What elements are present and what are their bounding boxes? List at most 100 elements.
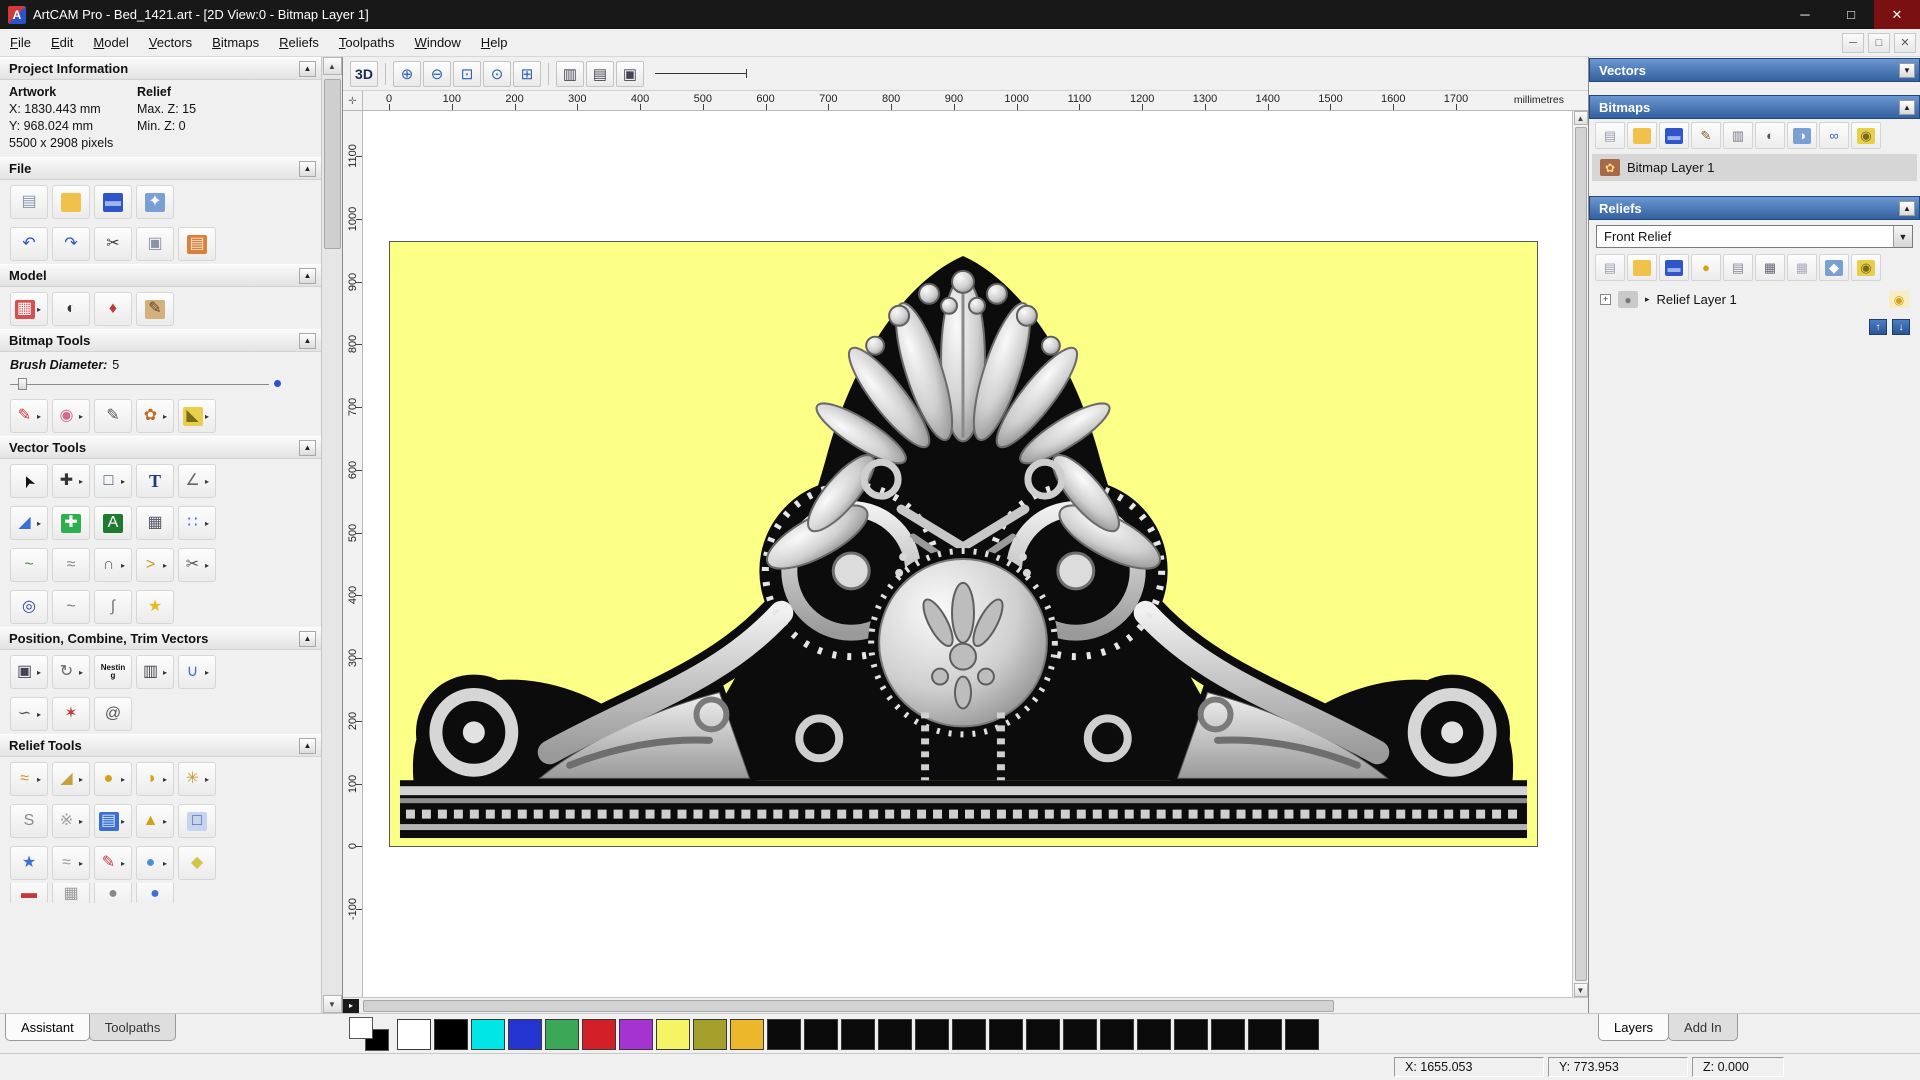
menu-model[interactable]: Model — [83, 30, 138, 55]
blob-relief-icon[interactable]: ● — [94, 883, 132, 903]
mdi-minimize-button[interactable]: ─ — [1842, 32, 1864, 53]
minimize-button[interactable]: ─ — [1782, 0, 1828, 29]
close-button[interactable]: ✕ — [1874, 0, 1920, 29]
primary-colour-swatch[interactable] — [349, 1017, 373, 1039]
snap-grid-icon[interactable]: ✚ — [52, 506, 90, 540]
open-bitmap-icon[interactable] — [1627, 122, 1657, 149]
model-lighting-icon[interactable]: ♦ — [94, 292, 132, 326]
dome-relief-icon[interactable]: ● — [136, 883, 174, 903]
group-vectors-icon[interactable]: ▥ ▸ — [136, 655, 174, 689]
dropdown-arrow-icon[interactable]: ▼ — [1893, 226, 1912, 247]
menu-bitmaps[interactable]: Bitmaps — [202, 30, 269, 55]
tab-toolpaths[interactable]: Toolpaths — [88, 1014, 177, 1041]
swatch-reserved-7[interactable] — [989, 1018, 1023, 1050]
mirror-bitmap-icon[interactable]: ▥ — [1723, 122, 1753, 149]
reset-relief-icon[interactable]: ▤ — [1723, 254, 1753, 281]
contrast-bitmap-icon[interactable]: ◑ — [1787, 122, 1817, 149]
collapse-bitmap-tools-button[interactable]: ▲ — [299, 332, 316, 349]
swatch-reserved-14[interactable] — [1248, 1018, 1282, 1050]
swatch-reserved-4[interactable] — [878, 1018, 912, 1050]
bitmaps-collapse-icon[interactable]: ▲ — [1899, 99, 1915, 115]
trim-overlap-icon[interactable]: ✶ — [52, 697, 90, 731]
swatch-olive[interactable] — [693, 1018, 727, 1050]
brush-diameter-slider[interactable] — [10, 376, 309, 392]
paste-icon[interactable]: ▤ — [178, 227, 216, 261]
canvas-scroll-up-icon[interactable]: ▲ — [1573, 111, 1588, 125]
save-bitmap-icon[interactable]: ▬ — [1659, 122, 1689, 149]
offset-vector-icon[interactable]: ∫ — [94, 590, 132, 624]
collapse-vector-tools-button[interactable]: ▲ — [299, 439, 316, 456]
zoom-1to1-icon[interactable]: ⊙ — [483, 60, 511, 87]
swatch-black[interactable] — [434, 1018, 468, 1050]
smooth-spans-icon[interactable]: ≈ — [52, 548, 90, 582]
slider-thumb[interactable] — [18, 378, 27, 390]
swatch-reserved-2[interactable] — [804, 1018, 838, 1050]
lock-relief-icon[interactable]: □ — [178, 804, 216, 838]
flood-fill-icon[interactable]: ◣ ▸ — [178, 399, 216, 433]
zoom-fit-icon[interactable]: ⊞ — [513, 60, 541, 87]
tab-layers[interactable]: Layers — [1598, 1014, 1670, 1041]
artwork-bitmap-view[interactable] — [389, 241, 1538, 847]
draw-icon[interactable]: ✎ — [94, 399, 132, 433]
smooth-relief-small-icon[interactable]: ● — [1691, 254, 1721, 281]
swatch-reserved-1[interactable] — [767, 1018, 801, 1050]
link-colours-icon[interactable]: ∞ — [1819, 122, 1849, 149]
scale-relief-icon[interactable]: S — [10, 804, 48, 838]
canvas-horizontal-scrollbar[interactable]: ▸ — [343, 997, 1588, 1013]
paste-on-curve-icon[interactable]: ▦ — [136, 506, 174, 540]
paint-icon[interactable]: ✎ ▸ — [10, 399, 48, 433]
swatch-reserved-11[interactable] — [1137, 1018, 1171, 1050]
snap-toggle-icon[interactable]: ▥ — [556, 60, 584, 87]
canvas-v-thumb[interactable] — [1574, 127, 1587, 981]
spiral-icon[interactable]: @ — [94, 697, 132, 731]
import-model-icon[interactable]: ✦ — [136, 185, 174, 219]
extract-relief-icon[interactable]: ◆ — [178, 846, 216, 880]
model-notes-icon[interactable]: ✎ — [136, 292, 174, 326]
measure-icon[interactable]: ∠ ▸ — [178, 464, 216, 498]
sculpt-icon[interactable]: ✳ ▸ — [178, 762, 216, 796]
show-bitmap-icon[interactable]: ◉ — [1851, 122, 1881, 149]
scroll-down-icon[interactable]: ▼ — [322, 995, 342, 1013]
panel-splitter-button[interactable]: ▸ — [343, 998, 359, 1013]
swatch-reserved-8[interactable] — [1026, 1018, 1060, 1050]
scroll-thumb[interactable] — [323, 79, 341, 249]
blue-relief-icon[interactable]: ◆ — [1819, 254, 1849, 281]
swatch-reserved-13[interactable] — [1211, 1018, 1245, 1050]
set-model-size-icon[interactable]: ▦ ▸ — [10, 292, 48, 326]
vectors-header[interactable]: Vectors ▼ — [1589, 58, 1920, 82]
relief-selector-dropdown[interactable]: Front Relief ▼ — [1596, 225, 1913, 248]
redo-icon[interactable]: ↷ — [52, 227, 90, 261]
swatch-blue[interactable] — [508, 1018, 542, 1050]
mdi-restore-button[interactable]: □ — [1868, 32, 1890, 53]
layer-up-button[interactable]: ↑ — [1869, 319, 1887, 335]
collapse-model-button[interactable]: ▲ — [299, 267, 316, 284]
create-rectangle-icon[interactable]: □ ▸ — [94, 464, 132, 498]
mdi-close-button[interactable]: ✕ — [1894, 32, 1916, 53]
menu-vectors[interactable]: Vectors — [139, 30, 202, 55]
save-relief-icon[interactable]: ▬ — [1659, 254, 1689, 281]
canvas-vertical-scrollbar[interactable]: ▲ ▼ — [1572, 111, 1588, 997]
preview-toggle-icon[interactable]: ▣ — [616, 60, 644, 87]
swatch-reserved-5[interactable] — [915, 1018, 949, 1050]
swatch-reserved-9[interactable] — [1063, 1018, 1097, 1050]
paint-selective-icon[interactable]: ◉ ▸ — [52, 399, 90, 433]
new-bitmap-icon[interactable]: ▤ — [1595, 122, 1625, 149]
texture-relief-icon[interactable]: ≈ ▸ — [52, 846, 90, 880]
star-relief-icon[interactable]: ★ — [10, 846, 48, 880]
swatch-gold[interactable] — [730, 1018, 764, 1050]
swatch-green[interactable] — [545, 1018, 579, 1050]
angled-plane-icon[interactable]: ◢ ▸ — [52, 762, 90, 796]
greyscale-bitmap-icon[interactable]: ◐ — [1755, 122, 1785, 149]
collapse-project-info-button[interactable]: ▲ — [299, 60, 316, 77]
sphere-relief-icon[interactable]: ● ▸ — [136, 846, 174, 880]
transform-vectors-icon[interactable]: ✚ ▸ — [52, 464, 90, 498]
drawing-canvas[interactable] — [363, 111, 1572, 997]
free-polyline-icon[interactable]: ~ — [52, 590, 90, 624]
primary-secondary-colour-selector[interactable] — [349, 1017, 391, 1051]
save-model-icon[interactable]: ▬ — [94, 185, 132, 219]
swatch-reserved-12[interactable] — [1174, 1018, 1208, 1050]
node-editing-icon[interactable]: ~ — [10, 548, 48, 582]
swatch-reserved-10[interactable] — [1100, 1018, 1134, 1050]
relief-library-icon[interactable]: ▤ ▸ — [94, 804, 132, 838]
menu-reliefs[interactable]: Reliefs — [269, 30, 329, 55]
